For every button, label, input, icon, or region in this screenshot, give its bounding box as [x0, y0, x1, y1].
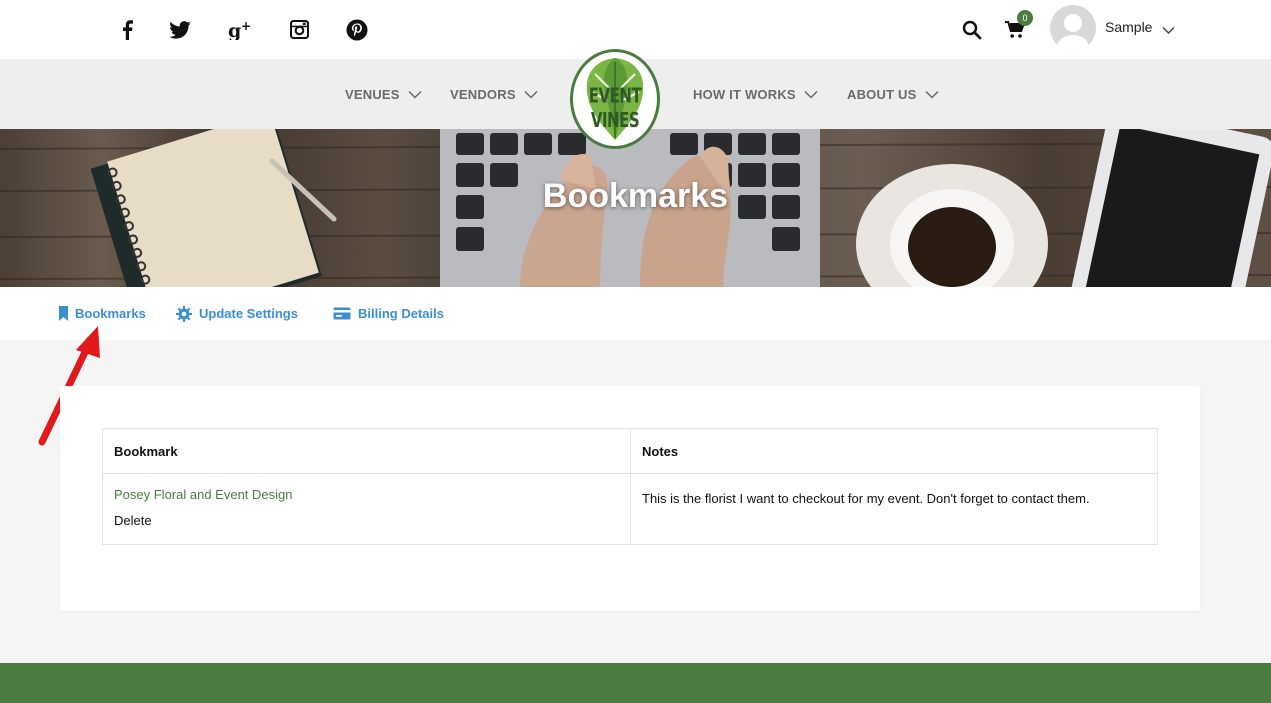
bookmarks-table: Bookmark Notes Posey Floral and Event De… — [102, 428, 1158, 545]
column-header-notes: Notes — [630, 428, 1158, 474]
avatar[interactable] — [1050, 5, 1096, 51]
nav-how-it-works-label: HOW IT WORKS — [693, 86, 796, 102]
nav-vendors-label: VENDORS — [450, 86, 516, 102]
nav-venues-label: VENUES — [345, 86, 400, 102]
bookmark-cell: Posey Floral and Event Design Delete — [102, 473, 631, 545]
column-header-bookmark: Bookmark — [102, 428, 631, 474]
twitter-icon[interactable] — [160, 0, 200, 59]
tab-update-settings[interactable]: Update Settings — [176, 287, 298, 340]
nav-about-us-label: ABOUT US — [847, 86, 917, 102]
page-title: Bookmarks — [542, 177, 729, 215]
table-row: Posey Floral and Event Design Delete Thi… — [102, 473, 1158, 545]
search-icon[interactable] — [962, 0, 982, 59]
pinterest-icon[interactable] — [337, 0, 377, 59]
facebook-icon[interactable] — [107, 0, 147, 59]
instagram-icon[interactable] — [279, 0, 319, 59]
logo-text: EVENT VINES — [588, 83, 642, 133]
nav-vendors[interactable]: VENDORS — [450, 59, 538, 129]
site-logo[interactable]: EVENT VINES — [570, 49, 660, 149]
nav-how-it-works[interactable]: HOW IT WORKS — [693, 59, 818, 129]
tab-billing-details[interactable]: Billing Details — [333, 287, 444, 340]
chevron-down-icon — [804, 90, 818, 99]
nav-venues[interactable]: VENUES — [345, 59, 422, 129]
google-plus-icon[interactable]: g + — [220, 0, 260, 59]
username[interactable]: Sample — [1105, 19, 1152, 35]
account-tabs: Bookmarks Update Settings Billing Detail… — [0, 287, 1271, 340]
credit-card-icon — [333, 307, 351, 320]
bookmarks-card: Bookmark Notes Posey Floral and Event De… — [60, 386, 1200, 611]
cart-icon[interactable] — [1005, 0, 1025, 59]
chevron-down-icon — [524, 90, 538, 99]
hero-banner: Bookmarks — [0, 129, 1271, 287]
chevron-down-icon — [408, 90, 422, 99]
tab-billing-details-label: Billing Details — [358, 306, 444, 321]
svg-text:+: + — [241, 20, 251, 33]
nav-about-us[interactable]: ABOUT US — [847, 59, 939, 129]
tab-update-settings-label: Update Settings — [199, 306, 298, 321]
table-header-row: Bookmark Notes — [102, 428, 1158, 474]
cart-count-badge: 0 — [1017, 10, 1033, 26]
bookmark-link[interactable]: Posey Floral and Event Design — [114, 486, 619, 504]
chevron-down-icon — [924, 90, 939, 99]
top-bar: g + 0 Sample — [0, 0, 1271, 59]
chevron-down-icon[interactable] — [1162, 22, 1175, 40]
footer-bar — [0, 663, 1271, 703]
notes-cell: This is the florist I want to checkout f… — [630, 473, 1158, 545]
gear-icon — [176, 305, 192, 322]
delete-link[interactable]: Delete — [114, 512, 619, 530]
svg-text:g: g — [228, 20, 241, 40]
